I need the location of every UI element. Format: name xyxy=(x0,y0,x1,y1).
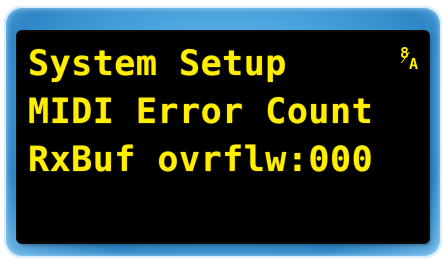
lcd-line-3-value: RxBuf ovrflw:000 xyxy=(28,140,374,180)
indicator-slash: ⁄ xyxy=(404,48,407,68)
glyph-indicator-icon: 8 ⁄ A xyxy=(400,46,422,74)
lcd-screen: System Setup 8 ⁄ A MIDI Error Count RxBu… xyxy=(18,32,428,242)
indicator-bottom: A xyxy=(409,55,419,73)
lcd-line-1-title: System Setup xyxy=(28,44,287,84)
device-frame: System Setup 8 ⁄ A MIDI Error Count RxBu… xyxy=(0,0,448,267)
lcd-line-2-menu: MIDI Error Count xyxy=(28,92,374,132)
